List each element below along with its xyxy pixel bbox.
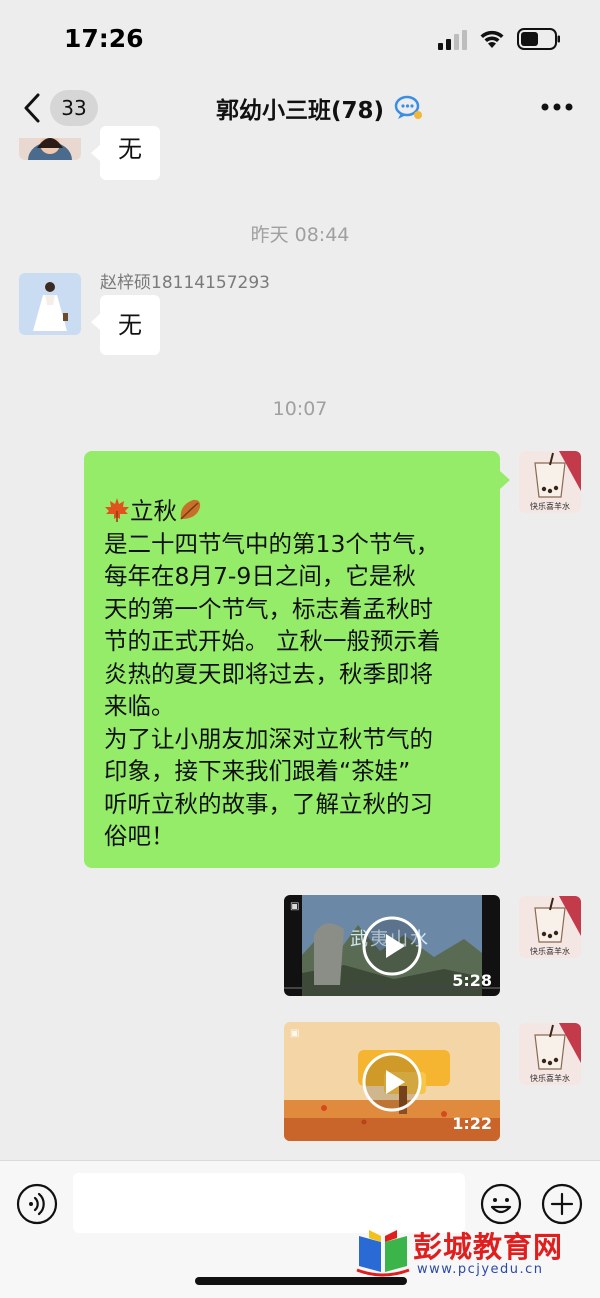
message-heading-line: 立秋 bbox=[104, 495, 478, 528]
bubble-tea-avatar-icon: 快乐喜羊水 bbox=[519, 896, 581, 958]
wifi-icon bbox=[480, 30, 504, 48]
message-text: 无 bbox=[118, 135, 142, 163]
maple-leaf-icon bbox=[105, 498, 129, 522]
avatar-caption: 快乐喜羊水 bbox=[530, 1073, 570, 1083]
message-line: 为了让小朋友加深对立秋节气的 bbox=[104, 724, 433, 753]
unread-count-badge[interactable]: 33 bbox=[50, 90, 98, 126]
sent-message-bubble[interactable]: 立秋 是二十四节气中的第13个节气， 每年在8月7-9日之间，它是秋 天的第一个… bbox=[84, 451, 510, 868]
status-bar: 17:26 bbox=[0, 0, 600, 80]
message-line: 俗吧！ bbox=[104, 822, 175, 850]
message-text: 无 bbox=[118, 311, 142, 339]
sender-avatar[interactable] bbox=[19, 273, 81, 335]
watermark-url: www.pcjyedu.cn bbox=[417, 1262, 544, 1277]
back-arrow-icon[interactable] bbox=[20, 91, 44, 125]
chat-header: 33 郭幼小三班(78) bbox=[0, 80, 600, 136]
watermark-title: 彭城教育网 bbox=[413, 1230, 564, 1264]
status-time: 17:26 bbox=[64, 24, 144, 53]
bubble-tea-avatar-icon: 快乐喜羊水 bbox=[519, 1023, 581, 1085]
message-line: 是二十四节气中的第13个节气， bbox=[104, 529, 440, 558]
bubble-tea-avatar-icon: 快乐喜羊水 bbox=[519, 451, 581, 513]
timestamp: 10:07 bbox=[272, 398, 328, 420]
message-heading: 立秋 bbox=[130, 497, 177, 525]
group-chat-bubble-icon bbox=[394, 95, 422, 119]
video-source-label: ▣ bbox=[290, 901, 300, 912]
video-duration: 1:22 bbox=[452, 1114, 492, 1133]
message-line: 节的正式开始。 立秋一般预示着 bbox=[104, 627, 441, 655]
fallen-leaf-icon bbox=[180, 499, 201, 520]
avatar-caption: 快乐喜羊水 bbox=[530, 501, 570, 511]
message-line: 每年在8月7-9日之间，它是秋 bbox=[104, 562, 416, 590]
message-line: 印象，接下来我们跟着“茶娃” bbox=[104, 757, 411, 785]
video-duration: 5:28 bbox=[452, 971, 492, 990]
battery-icon bbox=[517, 28, 560, 50]
video-message[interactable]: ▣ 武夷山水 5:28 bbox=[284, 895, 500, 996]
message-bubble-partial[interactable]: 无 bbox=[91, 126, 160, 180]
watermark: 彭城教育网 www.pcjyedu.cn bbox=[355, 1222, 595, 1286]
message-line: 炎热的夏天即将过去，秋季即将 bbox=[104, 659, 433, 688]
avatar-caption: 快乐喜羊水 bbox=[530, 946, 570, 956]
video-message[interactable]: ▣ 1:22 bbox=[284, 1022, 500, 1141]
more-options-icon[interactable] bbox=[540, 102, 574, 112]
message-line: 天的第一个节气，标志着孟秋时 bbox=[104, 594, 433, 623]
message-bubble[interactable]: 无 bbox=[91, 295, 160, 355]
message-line: 来临。 bbox=[104, 692, 175, 720]
plus-icon[interactable] bbox=[541, 1183, 583, 1225]
person-illustration-icon bbox=[19, 273, 81, 335]
cellular-signal-icon bbox=[438, 30, 467, 50]
video-source-label: ▣ bbox=[290, 1028, 300, 1039]
message-line: 听听立秋的故事，了解立秋的习 bbox=[104, 789, 433, 818]
play-button-icon[interactable] bbox=[361, 1051, 423, 1113]
voice-input-icon[interactable] bbox=[16, 1183, 58, 1225]
my-avatar[interactable]: 快乐喜羊水 bbox=[519, 896, 581, 958]
timestamp: 昨天 08:44 bbox=[250, 224, 350, 246]
my-avatar[interactable]: 快乐喜羊水 bbox=[519, 451, 581, 513]
play-button-icon[interactable] bbox=[361, 915, 423, 977]
chat-title[interactable]: 郭幼小三班(78) bbox=[180, 91, 420, 125]
sender-name: 赵梓硕18114157293 bbox=[100, 273, 270, 293]
my-avatar[interactable]: 快乐喜羊水 bbox=[519, 1023, 581, 1085]
open-book-logo-icon bbox=[356, 1230, 410, 1277]
emoji-icon[interactable] bbox=[480, 1183, 522, 1225]
